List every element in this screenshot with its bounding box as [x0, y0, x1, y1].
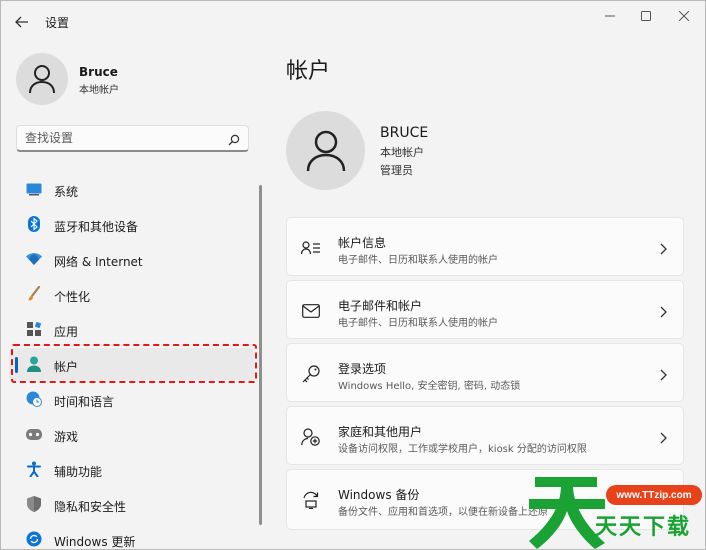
minimize-icon — [605, 15, 615, 17]
card-family-other-users[interactable]: 家庭和其他用户 设备访问权限，工作或学校用户，kiosk 分配的访问权限 — [286, 406, 684, 465]
close-button[interactable] — [665, 1, 703, 31]
monitor-icon — [26, 181, 42, 197]
sidebar-item-label: 隐私和安全性 — [54, 500, 127, 514]
sidebar-item-network[interactable]: 网络 & Internet — [9, 243, 254, 276]
mail-icon — [301, 301, 321, 321]
sidebar-item-label: 游戏 — [54, 430, 79, 444]
sidebar-item-system[interactable]: 系统 — [9, 173, 254, 206]
maximize-icon — [641, 11, 651, 21]
chevron-right-icon — [660, 303, 667, 322]
sidebar-item-label: 辅助功能 — [54, 465, 103, 479]
sidebar-item-label: 时间和语言 — [54, 395, 115, 409]
user-name: BRUCE — [380, 125, 429, 141]
accessibility-icon — [26, 461, 42, 477]
sidebar-item-personalization[interactable]: 个性化 — [9, 278, 254, 311]
sidebar-item-gaming[interactable]: 游戏 — [9, 418, 254, 451]
user-avatar[interactable] — [286, 111, 365, 190]
user-role: 管理员 — [380, 164, 413, 177]
card-description: 电子邮件、日历和联系人使用的帐户 — [338, 255, 498, 266]
settings-window: 设置 Bruce 本地帐户 系统 蓝牙和其他设备 — [0, 0, 706, 550]
shield-icon — [26, 496, 42, 512]
card-email-accounts[interactable]: 电子邮件和帐户 电子邮件、日历和联系人使用的帐户 — [286, 280, 684, 339]
profile-avatar[interactable] — [16, 53, 68, 105]
card-description: 备份文件、应用和首选项，以便在新设备上还原 — [338, 507, 548, 518]
person-avatar-icon — [306, 130, 345, 171]
sidebar-item-privacy[interactable]: 隐私和安全性 — [9, 488, 254, 521]
sidebar-item-bluetooth[interactable]: 蓝牙和其他设备 — [9, 208, 254, 241]
sidebar-item-label: 系统 — [54, 185, 79, 199]
arrow-left-icon — [15, 16, 28, 28]
card-title: Windows 备份 — [338, 488, 420, 502]
page-title: 帐户 — [286, 59, 331, 84]
card-description: Windows Hello, 安全密钥, 密码, 动态锁 — [338, 381, 521, 392]
search-icon[interactable] — [228, 131, 240, 150]
clock-globe-icon — [26, 391, 42, 407]
card-title: 家庭和其他用户 — [338, 425, 423, 439]
profile-account-type: 本地帐户 — [79, 85, 119, 96]
search-input[interactable] — [25, 131, 215, 145]
chevron-right-icon — [660, 429, 667, 448]
key-icon — [301, 364, 321, 384]
chevron-right-icon — [660, 366, 667, 385]
search-box[interactable] — [16, 125, 249, 152]
watermark-text: 天天下载 — [595, 515, 692, 540]
maximize-button[interactable] — [627, 1, 665, 31]
minimize-button[interactable] — [591, 1, 629, 31]
watermark-url: www.TTzip.com — [606, 485, 702, 505]
gamepad-icon — [26, 426, 42, 442]
card-title: 帐户信息 — [338, 236, 387, 250]
update-icon — [26, 531, 42, 547]
sidebar-item-label: Windows 更新 — [54, 535, 136, 549]
wifi-icon — [26, 251, 42, 267]
sidebar-item-label: 网络 & Internet — [54, 255, 143, 269]
sidebar-item-windows-update[interactable]: Windows 更新 — [9, 523, 254, 549]
brush-icon — [26, 286, 42, 302]
sidebar-item-time-language[interactable]: 时间和语言 — [9, 383, 254, 416]
sidebar-item-label: 应用 — [54, 325, 79, 339]
sidebar-item-apps[interactable]: 应用 — [9, 313, 254, 346]
sidebar-scrollbar[interactable] — [259, 185, 262, 525]
highlight-annotation — [11, 344, 257, 383]
app-title: 设置 — [45, 16, 70, 30]
card-title: 登录选项 — [338, 362, 387, 376]
user-account-type: 本地帐户 — [380, 146, 424, 159]
sidebar-item-label: 蓝牙和其他设备 — [54, 220, 139, 234]
card-sign-in-options[interactable]: 登录选项 Windows Hello, 安全密钥, 密码, 动态锁 — [286, 343, 684, 402]
back-button[interactable] — [11, 11, 33, 33]
sidebar-item-label: 个性化 — [54, 290, 91, 304]
account-info-icon — [301, 238, 321, 258]
card-description: 设备访问权限，工作或学校用户，kiosk 分配的访问权限 — [338, 444, 587, 455]
profile-name: Bruce — [79, 65, 118, 79]
close-icon — [679, 11, 689, 21]
backup-icon — [301, 490, 321, 510]
family-add-icon — [301, 427, 321, 447]
title-bar: 设置 — [1, 1, 705, 41]
apps-icon — [26, 321, 42, 337]
card-account-info[interactable]: 帐户信息 电子邮件、日历和联系人使用的帐户 — [286, 217, 684, 276]
card-title: 电子邮件和帐户 — [338, 299, 423, 313]
chevron-right-icon — [660, 240, 667, 259]
bluetooth-icon — [26, 216, 42, 232]
sidebar-item-accessibility[interactable]: 辅助功能 — [9, 453, 254, 486]
person-avatar-icon — [29, 65, 55, 94]
card-description: 电子邮件、日历和联系人使用的帐户 — [338, 318, 498, 329]
